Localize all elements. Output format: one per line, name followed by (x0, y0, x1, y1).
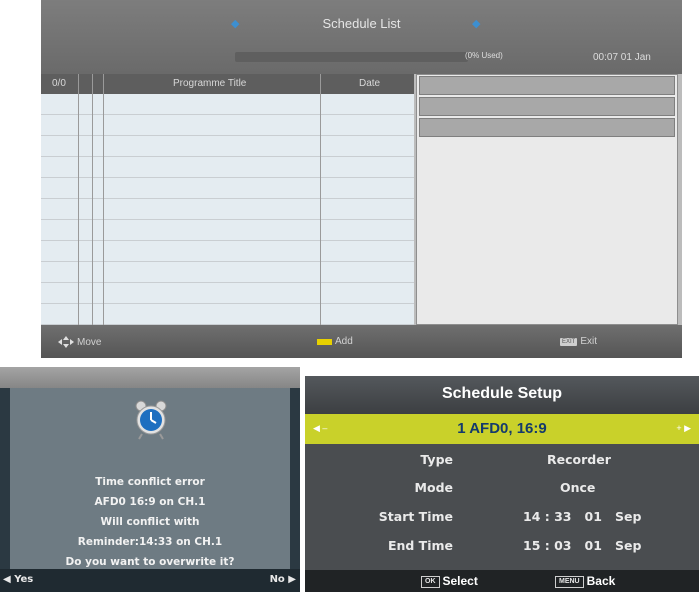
schedule-list-footer: Move Add EXIT Exit (41, 325, 682, 358)
message-line: Time conflict error (95, 476, 205, 488)
message-line: Reminder:14:33 on CH.1 (77, 536, 223, 548)
start-time-label: Start Time (378, 509, 453, 524)
type-value: Recorder (547, 452, 611, 467)
yellow-key-icon (317, 338, 332, 345)
column-divider (103, 74, 104, 325)
message-line: Will conflict with (100, 516, 200, 528)
setting-row-mode[interactable]: Mode Once (305, 474, 699, 501)
schedule-table-body[interactable] (41, 94, 414, 325)
ok-key-icon: OK (421, 575, 440, 588)
detail-slot (419, 118, 675, 137)
detail-slot (419, 76, 675, 95)
right-arrow-icon[interactable]: + ▶ (676, 423, 691, 434)
dialog-footer: ◀ Yes No ▶ (0, 569, 300, 592)
add-label: Add (335, 336, 353, 347)
column-date: Date (359, 78, 381, 89)
column-divider (320, 74, 321, 325)
schedule-table-header: 0/0 Programme Title Date (41, 74, 414, 94)
schedule-setup-header: Schedule Setup (305, 376, 699, 414)
no-label: No (269, 574, 285, 585)
schedule-setup-panel: Schedule Setup ◀ – 1 AFD0, 16:9 + ▶ Type… (305, 376, 699, 592)
storage-usage-text: (0% Used) (465, 51, 503, 60)
storage-usage-bar (235, 52, 468, 62)
column-index: 0/0 (52, 78, 66, 89)
schedule-setup-title: Schedule Setup (441, 385, 563, 402)
end-time-label: End Time (387, 538, 453, 553)
column-programme-title: Programme Title (173, 78, 247, 89)
yes-label: Yes (14, 574, 34, 585)
exit-button[interactable]: EXIT Exit (560, 336, 597, 347)
yes-button[interactable]: ◀ Yes (3, 574, 33, 585)
schedule-list-header: ◆ Schedule List ◆ (0% Used) 00:07 01 Jan (41, 0, 682, 74)
programme-detail-pane (416, 74, 678, 325)
mode-value: Once (560, 480, 596, 495)
detail-slot (419, 97, 675, 116)
setting-row-type[interactable]: Type Recorder (305, 446, 699, 473)
right-arrow-icon[interactable]: ◆ (472, 17, 480, 30)
move-hint: Move (58, 336, 101, 348)
select-label: Select (442, 574, 478, 588)
mode-label: Mode (414, 480, 453, 495)
add-button[interactable]: Add (317, 336, 353, 347)
clock-text: 00:07 01 Jan (593, 52, 651, 63)
back-label: Back (586, 574, 616, 588)
exit-key-icon: EXIT (560, 337, 578, 346)
right-triangle-icon: ▶ (288, 574, 296, 585)
column-divider (92, 74, 93, 325)
menu-key-icon: MENU (555, 575, 584, 588)
alarm-clock-icon (135, 400, 167, 440)
channel-selector[interactable]: ◀ – 1 AFD0, 16:9 + ▶ (305, 414, 699, 444)
no-button[interactable]: No ▶ (270, 574, 296, 585)
setting-row-start-time[interactable]: Start Time 14 : 33 01 Sep (305, 503, 699, 530)
type-label: Type (420, 452, 453, 467)
schedule-setup-footer: OK Select MENU Back (305, 570, 699, 592)
back-button[interactable]: MENU Back (555, 574, 615, 588)
move-arrows-icon (58, 336, 74, 348)
end-time-value: 15 : 03 01 Sep (523, 538, 642, 553)
move-label: Move (77, 336, 102, 348)
channel-name: 1 AFD0, 16:9 (457, 420, 547, 437)
schedule-list-panel: ◆ Schedule List ◆ (0% Used) 00:07 01 Jan… (41, 0, 682, 358)
schedule-list-title: Schedule List (322, 16, 401, 31)
select-button[interactable]: OK Select (421, 574, 478, 588)
conflict-message: Time conflict error AFD0 16:9 on CH.1 Wi… (10, 472, 290, 572)
dialog-body: Time conflict error AFD0 16:9 on CH.1 Wi… (10, 388, 290, 569)
message-line: AFD0 16:9 on CH.1 (94, 496, 206, 508)
exit-label: Exit (580, 336, 598, 347)
setting-row-end-time[interactable]: End Time 15 : 03 01 Sep (305, 532, 699, 559)
start-time-value: 14 : 33 01 Sep (523, 509, 642, 524)
left-triangle-icon: ◀ (3, 574, 11, 585)
time-conflict-dialog: Time conflict error AFD0 16:9 on CH.1 Wi… (0, 367, 300, 592)
column-divider (78, 74, 79, 325)
dialog-header-bar (0, 367, 300, 388)
